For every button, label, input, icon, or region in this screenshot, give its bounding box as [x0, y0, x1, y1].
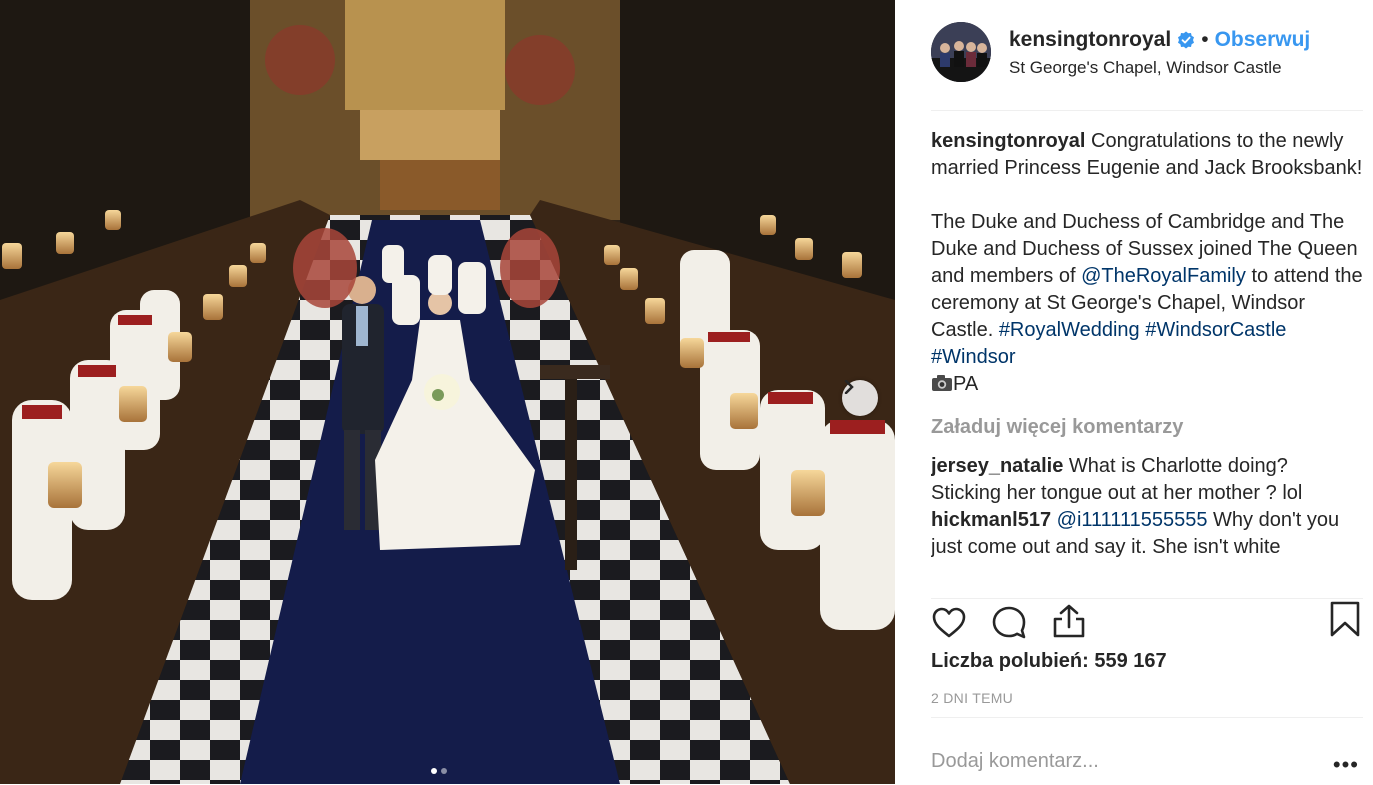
follow-button[interactable]: Obserwuj: [1215, 28, 1311, 52]
share-icon[interactable]: [1051, 603, 1087, 639]
chevron-right-icon: [844, 380, 854, 394]
caption-mention[interactable]: @TheRoyalFamily: [1081, 265, 1246, 287]
carousel-indicator: [431, 768, 447, 774]
caption: kensingtonroyal Congratulations to the n…: [931, 128, 1363, 182]
hashtag-link[interactable]: #Windsor: [931, 346, 1015, 368]
add-comment-input[interactable]: Dodaj komentarz...: [931, 750, 1099, 773]
verified-badge-icon: [1178, 31, 1195, 49]
load-more-comments-button[interactable]: Załaduj więcej komentarzy: [931, 414, 1363, 441]
carousel-dot-active: [431, 768, 437, 774]
add-comment-row: Dodaj komentarz... •••: [931, 717, 1363, 785]
next-slide-button[interactable]: [842, 380, 878, 416]
post-actions-bar: [931, 598, 1363, 639]
comment: hickmanl517 @i111111555555 Why don't you…: [931, 507, 1363, 561]
heart-icon[interactable]: [931, 605, 967, 641]
chapel-wedding-image: [0, 0, 895, 784]
hashtag-link[interactable]: #WindsorCastle: [1145, 319, 1286, 341]
avatar[interactable]: [931, 22, 991, 82]
post-username[interactable]: kensingtonroyal: [1009, 28, 1171, 52]
hashtag-link[interactable]: #RoyalWedding: [999, 319, 1140, 341]
caption-username[interactable]: kensingtonroyal: [931, 130, 1085, 152]
comment-icon[interactable]: [991, 605, 1027, 641]
carousel-dot: [441, 768, 447, 774]
comment: jersey_natalie What is Charlotte doing? …: [931, 453, 1363, 507]
likes-number: 559 167: [1094, 650, 1167, 672]
post-location[interactable]: St George's Chapel, Windsor Castle: [1009, 58, 1282, 78]
caption-paragraph-2: The Duke and Duchess of Cambridge and Th…: [931, 209, 1363, 398]
comment-username[interactable]: hickmanl517: [931, 509, 1051, 531]
likes-label: Liczba polubień:: [931, 650, 1089, 672]
avatar-image: [931, 22, 991, 82]
separator-dot: •: [1201, 28, 1209, 51]
comments-section[interactable]: kensingtonroyal Congratulations to the n…: [931, 128, 1363, 586]
post-photo[interactable]: [0, 0, 895, 784]
more-options-icon[interactable]: •••: [1333, 752, 1359, 778]
post-timestamp[interactable]: 2 DNI TEMU: [931, 690, 1013, 706]
post-header: kensingtonroyal • Obserwuj St George's C…: [931, 20, 1363, 111]
photo-credit: PA: [953, 373, 979, 395]
likes-count[interactable]: Liczba polubień: 559 167: [931, 650, 1167, 673]
comment-username[interactable]: jersey_natalie: [931, 455, 1063, 477]
username-row: kensingtonroyal • Obserwuj: [1009, 28, 1310, 52]
camera-emoji-icon: [931, 373, 953, 395]
post-side-panel: kensingtonroyal • Obserwuj St George's C…: [895, 0, 1373, 784]
bookmark-icon[interactable]: [1327, 601, 1363, 637]
comment-mention[interactable]: @i111111555555: [1057, 509, 1208, 531]
